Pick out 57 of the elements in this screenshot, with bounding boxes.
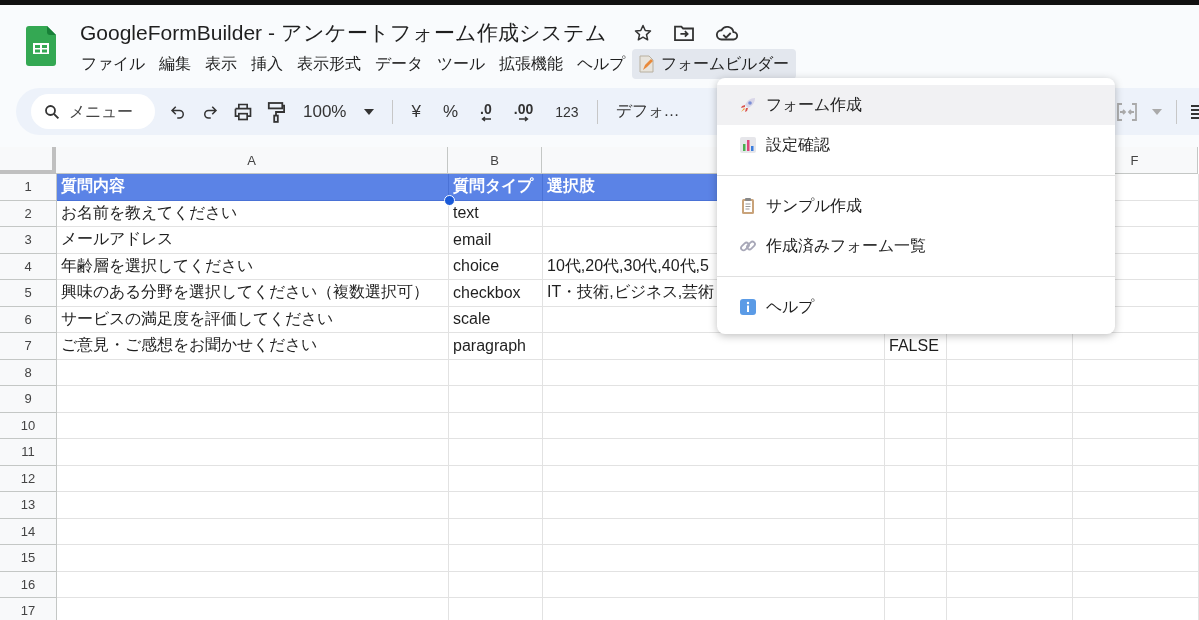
table-cell: text <box>449 200 543 227</box>
menu-item[interactable]: ヘルプ <box>570 49 632 79</box>
row-number[interactable]: 9 <box>0 386 57 413</box>
menu-item[interactable]: 編集 <box>152 49 198 79</box>
search-field[interactable]: メニュー <box>31 94 155 129</box>
row-number[interactable]: 10 <box>0 412 57 439</box>
row-number[interactable]: 14 <box>0 518 57 545</box>
column-header[interactable]: A <box>56 147 448 174</box>
table-cell: ご意見・ご感想をお聞かせください <box>57 333 449 360</box>
row-number[interactable]: 15 <box>0 545 57 572</box>
row-number[interactable]: 1 <box>0 174 57 201</box>
number-format-button[interactable]: 123 <box>551 103 583 120</box>
table-cell: paragraph <box>449 333 543 360</box>
table-cell: お名前を教えてください <box>57 200 449 227</box>
table-cell: サービスの満足度を評価してください <box>57 306 449 333</box>
table-cell: 興味のある分野を選択してください（複数選択可） <box>57 280 449 307</box>
row-number[interactable]: 3 <box>0 227 57 254</box>
menu-item[interactable]: データ <box>368 49 430 79</box>
row-number[interactable]: 7 <box>0 333 57 360</box>
row-number[interactable]: 2 <box>0 200 57 227</box>
menu-item[interactable]: 拡張機能 <box>492 49 570 79</box>
header-cell: 質問タイプ <box>449 174 543 201</box>
dropdown-item[interactable]: 作成済みフォーム一覧 <box>717 226 1115 266</box>
menu-item[interactable]: 表示形式 <box>290 49 368 79</box>
table-cell: メールアドレス <box>57 227 449 254</box>
column-header[interactable]: B <box>448 147 542 174</box>
zoom-dropdown[interactable]: 100% <box>299 101 379 122</box>
table-cell: checkbox <box>449 280 543 307</box>
row-number[interactable]: 11 <box>0 439 57 466</box>
currency-format-button[interactable]: ¥ <box>407 101 425 122</box>
table-cell: email <box>449 227 543 254</box>
font-dropdown[interactable]: デフォ… <box>611 101 684 122</box>
table-cell: 年齢層を選択してください <box>57 253 449 280</box>
row-number[interactable]: 8 <box>0 359 57 386</box>
table-cell: scale <box>449 306 543 333</box>
table-cell: choice <box>449 253 543 280</box>
row-number[interactable]: 4 <box>0 253 57 280</box>
menu-item[interactable]: ファイル <box>74 49 152 79</box>
row-number[interactable]: 12 <box>0 465 57 492</box>
row-number[interactable]: 6 <box>0 306 57 333</box>
increase-decimals-button[interactable]: .00 <box>509 101 538 122</box>
dropdown-item[interactable]: フォーム作成 <box>717 85 1115 125</box>
menu-item[interactable]: 挿入 <box>244 49 290 79</box>
row-number[interactable]: 5 <box>0 280 57 307</box>
menu-item[interactable]: ツール <box>430 49 492 79</box>
row-number[interactable]: 13 <box>0 492 57 519</box>
row-number[interactable]: 17 <box>0 598 57 620</box>
menu-item[interactable]: フォームビルダー <box>632 49 796 79</box>
decrease-decimals-button[interactable]: .0 <box>476 101 496 122</box>
percent-format-button[interactable]: % <box>438 101 463 122</box>
dropdown-item[interactable]: ヘルプ <box>717 287 1115 327</box>
dropdown-item[interactable]: 設定確認 <box>717 125 1115 165</box>
dropdown-item[interactable]: サンプル作成 <box>717 186 1115 226</box>
header-cell: 質問内容 <box>57 174 449 201</box>
document-title[interactable]: GoogleFormBuilder - アンケートフォーム作成システム <box>80 19 607 47</box>
menu-item[interactable]: 表示 <box>198 49 244 79</box>
row-number[interactable]: 16 <box>0 571 57 598</box>
